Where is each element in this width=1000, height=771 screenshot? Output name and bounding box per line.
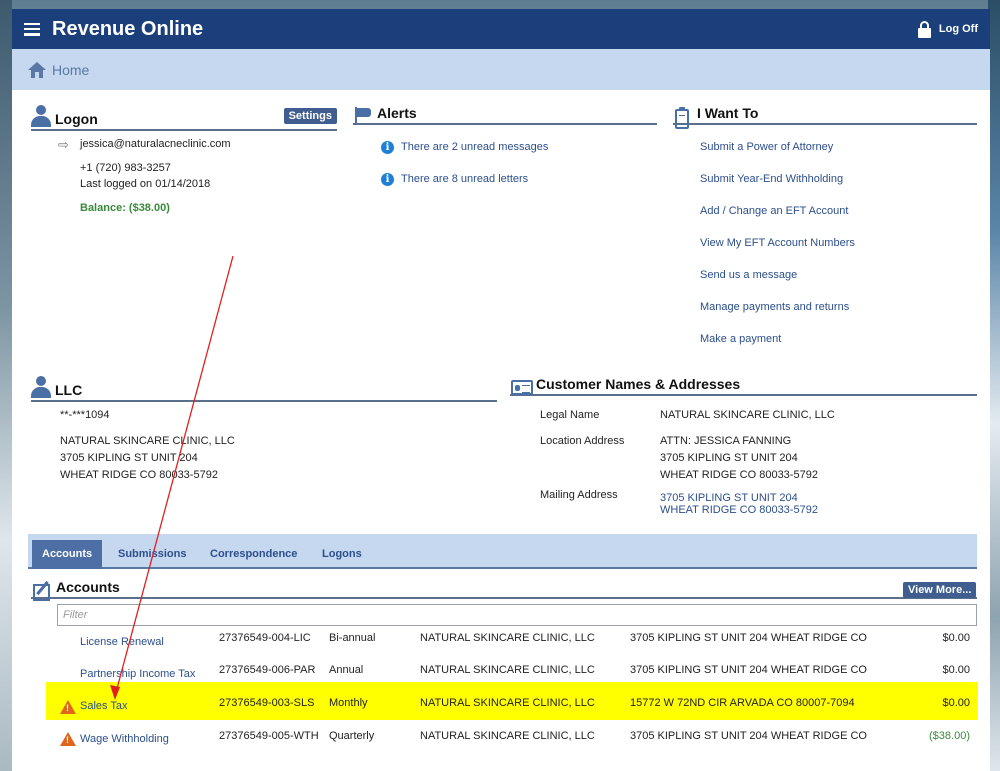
settings-button[interactable]: Settings (283, 108, 337, 124)
customer-title: Customer Names & Addresses (536, 376, 741, 392)
home-icon[interactable] (28, 61, 46, 78)
clipboard-icon (675, 107, 689, 129)
alerts-header: Alerts (353, 105, 657, 125)
account-frequency: Annual (329, 664, 364, 676)
account-number: 27376549-003-SLS (219, 697, 315, 709)
logoff-button[interactable]: Log Off (917, 20, 978, 38)
background-left (0, 0, 12, 771)
llc-id: **-***1094 (60, 409, 110, 421)
filter-input[interactable]: Filter (57, 604, 977, 626)
person-icon (31, 376, 51, 398)
breadcrumb-home[interactable]: Home (52, 62, 89, 78)
warning-icon (60, 700, 76, 714)
breadcrumb: Home (12, 49, 990, 90)
llc-address2: WHEAT RIDGE CO 80033-5792 (60, 469, 218, 481)
alert-item[interactable]: There are 2 unread messages (401, 141, 548, 153)
legal-name-value: NATURAL SKINCARE CLINIC, LLC (660, 409, 835, 421)
tab-submissions[interactable]: Submissions (108, 540, 196, 569)
account-number: 27376549-004-LIC (219, 632, 311, 644)
location-address-line: ATTN: JESSICA FANNING (660, 435, 792, 447)
logon-email: jessica@naturalacneclinic.com (80, 138, 231, 150)
iwantto-eft-account[interactable]: Add / Change an EFT Account (700, 205, 848, 217)
alerts-title: Alerts (377, 105, 417, 121)
account-number: 27376549-005-WTH (219, 730, 319, 742)
flag-icon (355, 107, 373, 125)
account-address: 3705 KIPLING ST UNIT 204 WHEAT RIDGE CO (630, 730, 867, 742)
alert-item[interactable]: There are 8 unread letters (401, 173, 528, 185)
iwantto-view-eft-numbers[interactable]: View My EFT Account Numbers (700, 237, 855, 249)
account-entity: NATURAL SKINCARE CLINIC, LLC (420, 664, 595, 676)
iwantto-make-payment[interactable]: Make a payment (700, 333, 781, 345)
tab-accounts[interactable]: Accounts (32, 540, 103, 569)
location-address-line: 3705 KIPLING ST UNIT 204 (660, 452, 798, 464)
mailing-address-line[interactable]: WHEAT RIDGE CO 80033-5792 (660, 504, 818, 516)
account-name[interactable]: License Renewal (80, 636, 164, 648)
account-name[interactable]: Sales Tax (80, 700, 128, 712)
iwantto-send-message[interactable]: Send us a message (700, 269, 797, 281)
account-number: 27376549-006-PAR (219, 664, 316, 676)
accounts-title: Accounts (56, 579, 120, 595)
view-more-button[interactable]: View More... (903, 582, 977, 598)
logon-header: Logon Settings (31, 105, 337, 131)
info-icon: i (381, 173, 394, 186)
tab-correspondence[interactable]: Correspondence (200, 540, 307, 569)
mailing-address-line[interactable]: 3705 KIPLING ST UNIT 204 (660, 492, 798, 504)
location-address-label: Location Address (540, 435, 625, 447)
person-icon (31, 105, 51, 127)
address-card-icon (511, 380, 533, 395)
iwantto-year-end-withholding[interactable]: Submit Year-End Withholding (700, 173, 843, 185)
iwantto-manage-payments[interactable]: Manage payments and returns (700, 301, 849, 313)
account-entity: NATURAL SKINCARE CLINIC, LLC (420, 632, 595, 644)
lock-icon (917, 20, 931, 38)
app-window: Revenue Online Log Off Home Logon Settin… (12, 9, 990, 771)
account-balance: $0.00 (942, 664, 970, 676)
account-balance: ($38.00) (929, 730, 970, 742)
location-address-line: WHEAT RIDGE CO 80033-5792 (660, 469, 818, 481)
account-address: 3705 KIPLING ST UNIT 204 WHEAT RIDGE CO (630, 664, 867, 676)
legal-name-label: Legal Name (540, 409, 600, 421)
app-title: Revenue Online (52, 17, 204, 40)
logon-phone: +1 (720) 983-3257 (80, 162, 171, 174)
account-balance: $0.00 (942, 632, 970, 644)
account-address: 15772 W 72ND CIR ARVADA CO 80007-7094 (630, 697, 855, 709)
iwantto-title: I Want To (697, 105, 759, 121)
account-frequency: Monthly (329, 697, 368, 709)
tabs-bar: Accounts Submissions Correspondence Logo… (28, 534, 977, 569)
arrow-right-icon: ⇨ (58, 137, 69, 152)
table-row: License Renewal 27376549-004-LIC Bi-annu… (46, 627, 978, 659)
edit-icon (33, 584, 50, 601)
llc-header: LLC (31, 376, 497, 402)
logon-last-logged: Last logged on 01/14/2018 (80, 178, 211, 190)
accounts-header: Accounts (31, 579, 977, 601)
customer-header: Customer Names & Addresses (510, 376, 977, 396)
account-frequency: Bi-annual (329, 632, 376, 644)
info-icon: i (381, 141, 394, 154)
account-name[interactable]: Wage Withholding (80, 733, 169, 745)
llc-title: LLC (55, 382, 83, 398)
account-entity: NATURAL SKINCARE CLINIC, LLC (420, 730, 595, 742)
llc-name: NATURAL SKINCARE CLINIC, LLC (60, 435, 235, 447)
iwantto-header: I Want To (673, 105, 977, 129)
logoff-label: Log Off (938, 23, 978, 35)
table-row: Wage Withholding 27376549-005-WTH Quarte… (46, 723, 978, 755)
account-address: 3705 KIPLING ST UNIT 204 WHEAT RIDGE CO (630, 632, 867, 644)
llc-address1: 3705 KIPLING ST UNIT 204 (60, 452, 198, 464)
tab-logons[interactable]: Logons (312, 540, 372, 569)
account-frequency: Quarterly (329, 730, 375, 742)
warning-icon (60, 732, 76, 746)
logon-title: Logon (55, 111, 98, 127)
iwantto-power-of-attorney[interactable]: Submit a Power of Attorney (700, 141, 833, 153)
mailing-address-label: Mailing Address (540, 489, 618, 501)
logon-balance: Balance: ($38.00) (80, 202, 170, 214)
account-balance: $0.00 (942, 697, 970, 709)
account-name[interactable]: Partnership Income Tax (80, 668, 195, 680)
account-entity: NATURAL SKINCARE CLINIC, LLC (420, 697, 595, 709)
top-bar: Revenue Online Log Off (12, 9, 990, 49)
table-row-highlighted: Sales Tax 27376549-003-SLS Monthly NATUR… (46, 682, 978, 720)
menu-icon[interactable] (24, 22, 40, 36)
